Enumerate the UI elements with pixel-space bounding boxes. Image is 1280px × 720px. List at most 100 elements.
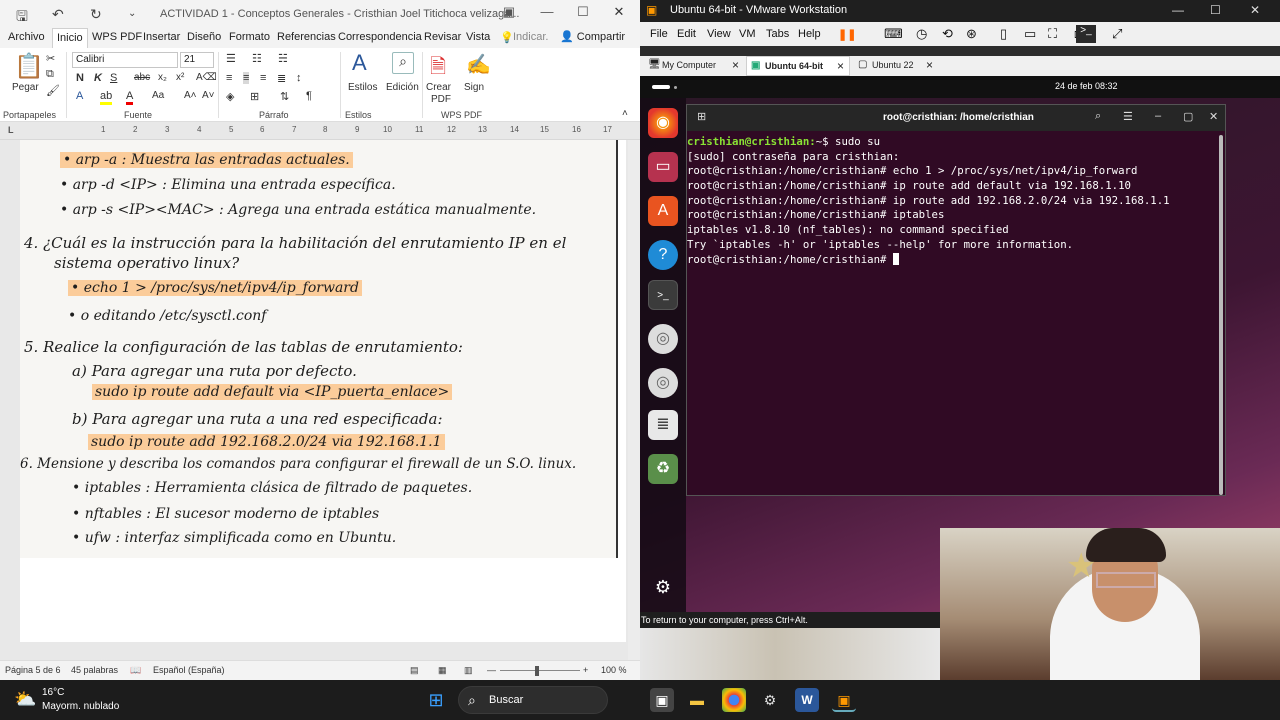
task-view-icon[interactable]: ▣ xyxy=(650,688,674,712)
chrome-icon[interactable] xyxy=(722,688,746,712)
bullets-icon[interactable]: ☰ xyxy=(226,52,236,65)
redo-icon[interactable]: ↻ xyxy=(90,6,102,23)
maximize-icon[interactable]: ☐ xyxy=(568,4,598,24)
paste-icon[interactable]: 📋 xyxy=(14,52,44,81)
read-mode-icon[interactable]: ▤ xyxy=(410,665,419,676)
menu-view[interactable]: View xyxy=(707,28,731,40)
snapshot-icon[interactable]: ◷ xyxy=(916,26,927,42)
paragraph-marks-icon[interactable]: ¶ xyxy=(306,90,312,102)
term-close-icon[interactable]: ✕ xyxy=(1209,110,1218,123)
tab-close-icon[interactable]: × xyxy=(926,58,933,72)
save-icon[interactable]: 🖫 xyxy=(16,6,28,30)
shading-icon[interactable]: ◈ xyxy=(226,90,234,103)
font-color-icon[interactable]: A xyxy=(126,90,134,105)
vm-minimize-icon[interactable]: — xyxy=(1172,3,1184,17)
text-editor-icon[interactable]: ≣ xyxy=(648,410,678,440)
word-icon[interactable]: W xyxy=(795,688,819,712)
clear-format-icon[interactable]: A⌫ xyxy=(196,72,217,83)
disc-icon[interactable]: ◎ xyxy=(648,324,678,354)
stretch-icon[interactable]: ⤢ xyxy=(1112,26,1122,42)
paste-label[interactable]: Pegar xyxy=(12,82,39,93)
web-layout-icon[interactable]: ▥ xyxy=(464,665,473,676)
terminal-window[interactable]: ⊞ root@cristhian: /home/cristhian ⌕ ☰ – … xyxy=(686,104,1226,496)
weather-description[interactable]: Mayorm. nublado xyxy=(42,701,119,712)
align-center-icon[interactable]: ≡ xyxy=(243,72,250,84)
thumbnail-icon[interactable]: ▭ xyxy=(1024,26,1036,42)
firefox-icon[interactable]: ◉ xyxy=(648,108,678,138)
superscript-icon[interactable]: x² xyxy=(176,72,184,83)
hamburger-menu-icon[interactable]: ☰ xyxy=(1123,110,1133,123)
snapshot-manager-icon[interactable]: ⊛ xyxy=(966,26,977,42)
tab-inicio[interactable]: Inicio xyxy=(52,28,88,48)
tab-formato[interactable]: Formato xyxy=(229,31,270,43)
word-count[interactable]: 45 palabras xyxy=(71,665,118,675)
disc-icon[interactable]: ◎ xyxy=(648,368,678,398)
menu-file[interactable]: File xyxy=(650,28,668,40)
font-name-select[interactable]: Calibri xyxy=(72,52,178,68)
language-status[interactable]: Español (España) xyxy=(153,665,225,675)
vertical-scrollbar[interactable] xyxy=(628,140,640,660)
sign-icon[interactable]: ✍ xyxy=(466,52,491,77)
file-explorer-icon[interactable]: ▬ xyxy=(685,688,709,712)
share-button[interactable]: 👤 Compartir xyxy=(560,30,625,43)
collapse-ribbon-icon[interactable]: ˄ xyxy=(622,108,628,119)
show-apps-icon[interactable]: ⚙ xyxy=(648,572,678,602)
terminal-icon[interactable]: >_ xyxy=(648,280,678,310)
revert-snapshot-icon[interactable]: ⟲ xyxy=(942,26,953,42)
tab-diseno[interactable]: Diseño xyxy=(187,31,221,43)
weather-cloud-icon[interactable]: ⛅ xyxy=(14,689,36,710)
menu-tabs[interactable]: Tabs xyxy=(766,28,789,40)
zoom-in-icon[interactable]: + xyxy=(583,665,588,675)
library-icon[interactable]: ▯ xyxy=(1000,26,1007,42)
line-spacing-icon[interactable]: ↕ xyxy=(296,72,302,84)
close-icon[interactable]: ✕ xyxy=(604,4,634,24)
justify-icon[interactable]: ≣ xyxy=(277,72,286,85)
term-minimize-icon[interactable]: – xyxy=(1155,110,1161,122)
zoom-slider[interactable] xyxy=(500,670,580,671)
tab-insertar[interactable]: Insertar xyxy=(143,31,180,43)
zoom-out-icon[interactable]: — xyxy=(487,665,496,675)
menu-help[interactable]: Help xyxy=(798,28,821,40)
print-layout-icon[interactable]: ▦ xyxy=(438,665,447,676)
sort-icon[interactable]: ⇅ xyxy=(280,90,289,103)
editing-label[interactable]: Edición xyxy=(386,82,419,93)
activities-indicator[interactable] xyxy=(652,85,670,89)
search-icon[interactable]: ⌕ xyxy=(392,52,414,74)
multilevel-list-icon[interactable]: ☵ xyxy=(278,52,288,65)
create-pdf-icon[interactable]: 🗎 xyxy=(430,52,446,86)
proofing-icon[interactable]: 📖 xyxy=(130,665,141,676)
tell-me-search[interactable]: Indicar. xyxy=(513,31,548,43)
subscript-icon[interactable]: x₂ xyxy=(158,72,167,83)
vm-close-icon[interactable]: ✕ xyxy=(1250,3,1260,17)
tab-revisar[interactable]: Revisar xyxy=(424,31,461,43)
copy-icon[interactable]: ⧉ xyxy=(46,68,54,81)
help-icon[interactable]: ? xyxy=(648,240,678,270)
fullscreen-icon[interactable]: ⛶ xyxy=(1048,26,1057,42)
align-right-icon[interactable]: ≡ xyxy=(260,72,266,84)
create-pdf-label-2[interactable]: PDF xyxy=(431,94,451,105)
ribbon-display-icon[interactable]: ▣ xyxy=(494,4,524,24)
tab-wps-pdf[interactable]: WPS PDF xyxy=(92,31,142,43)
minimize-icon[interactable]: — xyxy=(532,4,562,24)
term-maximize-icon[interactable]: ▢ xyxy=(1183,110,1193,123)
new-tab-icon[interactable]: ⊞ xyxy=(697,110,706,123)
styles-icon[interactable]: A xyxy=(352,50,367,76)
files-icon[interactable]: ▭ xyxy=(648,152,678,182)
taskbar-search[interactable]: ⌕ Buscar xyxy=(458,686,608,714)
menu-edit[interactable]: Edit xyxy=(677,28,696,40)
tab-close-icon[interactable]: × xyxy=(732,58,739,72)
grow-font-icon[interactable]: A˄ xyxy=(184,90,197,101)
send-ctrl-alt-del-icon[interactable]: ⌨ xyxy=(884,26,903,42)
zoom-slider-thumb[interactable] xyxy=(535,666,539,676)
align-left-icon[interactable]: ≡ xyxy=(226,72,232,84)
borders-icon[interactable]: ⊞ xyxy=(250,90,259,103)
windows-start-icon[interactable]: ⊞ xyxy=(424,688,448,712)
trash-icon[interactable]: ♻ xyxy=(648,454,678,484)
terminal-scrollbar[interactable] xyxy=(1219,135,1223,495)
vm-maximize-icon[interactable]: ☐ xyxy=(1210,3,1221,17)
tab-referencias[interactable]: Referencias xyxy=(277,31,336,43)
underline-icon[interactable]: S xyxy=(110,72,117,84)
font-size-select[interactable]: 21 xyxy=(180,52,214,68)
terminal-output[interactable]: cristhian@cristhian:~$ sudo su [sudo] co… xyxy=(687,135,1225,267)
tab-correspondencia[interactable]: Correspondencia xyxy=(338,31,422,43)
